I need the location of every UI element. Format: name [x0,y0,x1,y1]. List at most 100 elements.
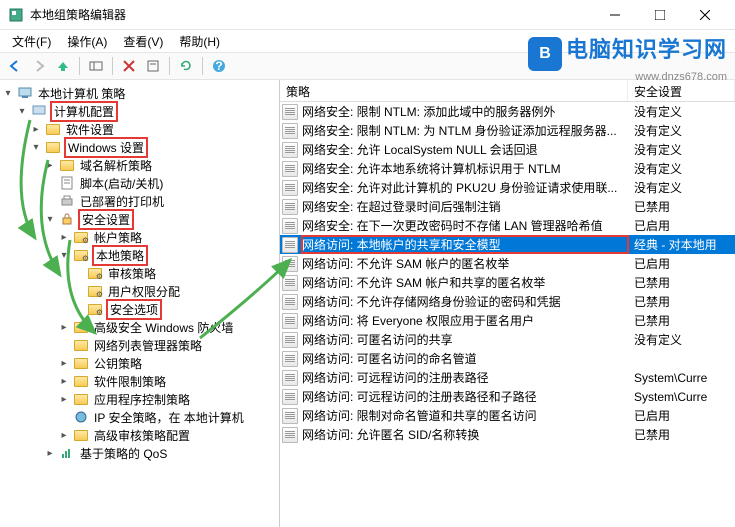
menu-view[interactable]: 查看(V) [115,31,171,52]
menu-action[interactable]: 操作(A) [59,31,115,52]
help-button[interactable]: ? [208,55,230,77]
tree-advaudit[interactable]: 高级审核策略配置 [92,427,192,444]
security-icon [59,211,75,227]
policy-value: 已禁用 [628,293,670,310]
policy-name: 网络访问: 不允许存储网络身份验证的密码和凭据 [302,293,628,310]
tree-root[interactable]: 本地计算机 策略 [36,85,127,102]
tree-security-options[interactable]: 安全选项 [106,299,162,320]
policy-name: 网络安全: 允许本地系统将计算机标识用于 NTLM [302,160,628,177]
folder-icon [87,265,103,281]
policy-name: 网络访问: 可匿名访问的命名管道 [302,350,628,367]
policy-value: 经典 - 对本地用 [628,236,717,253]
close-button[interactable] [682,0,727,30]
caret-icon[interactable]: ▾ [58,249,70,261]
up-button[interactable] [52,55,74,77]
policy-name: 网络访问: 不允许 SAM 帐户的匿名枚举 [302,255,628,272]
qos-icon [59,445,75,461]
list-row[interactable]: 网络访问: 不允许 SAM 帐户和共享的匿名枚举已禁用 [280,273,735,292]
list-row[interactable]: 网络访问: 允许匿名 SID/名称转换已禁用 [280,425,735,444]
list-row[interactable]: 网络访问: 本地帐户的共享和安全模型经典 - 对本地用 [280,235,735,254]
policy-name: 网络访问: 可远程访问的注册表路径和子路径 [302,388,628,405]
col-policy[interactable]: 策略 [280,80,628,101]
tree-printers[interactable]: 已部署的打印机 [78,193,166,210]
policy-name: 网络安全: 限制 NTLM: 为 NTLM 身份验证添加远程服务器... [302,122,628,139]
caret-icon[interactable]: ▸ [58,357,70,369]
list-row[interactable]: 网络安全: 限制 NTLM: 为 NTLM 身份验证添加远程服务器...没有定义 [280,121,735,140]
caret-icon[interactable]: ▸ [44,159,56,171]
caret-icon[interactable]: ▾ [16,105,28,117]
tree-computer-config[interactable]: 计算机配置 [50,101,118,122]
policy-icon [282,408,298,424]
caret-icon[interactable]: ▸ [30,123,42,135]
toolbar-divider [202,57,203,75]
list-row[interactable]: 网络访问: 将 Everyone 权限应用于匿名用户已禁用 [280,311,735,330]
tree-windows-settings[interactable]: Windows 设置 [64,137,148,158]
tree-software[interactable]: 软件设置 [64,121,116,138]
minimize-button[interactable] [592,0,637,30]
policy-name: 网络安全: 在超过登录时间后强制注销 [302,198,628,215]
list-row[interactable]: 网络访问: 可匿名访问的共享没有定义 [280,330,735,349]
policy-name: 网络安全: 限制 NTLM: 添加此域中的服务器例外 [302,103,628,120]
tree-netlist[interactable]: 网络列表管理器策略 [92,337,204,354]
tree-swrestrict[interactable]: 软件限制策略 [92,373,168,390]
tree-local-policy[interactable]: 本地策略 [92,245,148,266]
folder-icon [59,157,75,173]
caret-icon[interactable]: ▸ [58,393,70,405]
tree-ipsec[interactable]: IP 安全策略，在 本地计算机 [92,409,246,426]
tree-pubkey[interactable]: 公钥策略 [92,355,144,372]
policy-icon [282,104,298,120]
list-row[interactable]: 网络安全: 在下一次更改密码时不存储 LAN 管理器哈希值已启用 [280,216,735,235]
tree-qos[interactable]: 基于策略的 QoS [78,445,169,462]
list-row[interactable]: 网络安全: 限制 NTLM: 添加此域中的服务器例外没有定义 [280,102,735,121]
policy-icon [282,313,298,329]
policy-value: 已禁用 [628,274,670,291]
tree-security-settings[interactable]: 安全设置 [78,209,134,230]
folder-icon [73,355,89,371]
tree-account-policy[interactable]: 帐户策略 [92,229,144,246]
policy-name: 网络访问: 限制对命名管道和共享的匿名访问 [302,407,628,424]
list-row[interactable]: 网络安全: 在超过登录时间后强制注销已禁用 [280,197,735,216]
list-row[interactable]: 网络访问: 不允许 SAM 帐户的匿名枚举已启用 [280,254,735,273]
list-row[interactable]: 网络访问: 可远程访问的注册表路径System\Curre [280,368,735,387]
list-pane: 策略 安全设置 网络安全: 限制 NTLM: 添加此域中的服务器例外没有定义网络… [280,80,735,527]
list-row[interactable]: 网络访问: 可远程访问的注册表路径和子路径System\Curre [280,387,735,406]
show-hide-button[interactable] [85,55,107,77]
caret-icon[interactable]: ▾ [44,213,56,225]
list-row[interactable]: 网络安全: 允许对此计算机的 PKU2U 身份验证请求使用联...没有定义 [280,178,735,197]
tree-pane[interactable]: ▾ 本地计算机 策略 ▾ 计算机配置 ▸ 软件设置 ▾ Windows 设置 ▸ 域名解析… [0,80,280,527]
delete-button[interactable] [118,55,140,77]
caret-icon[interactable]: ▸ [58,321,70,333]
tree-scripts[interactable]: 脚本(启动/关机) [78,175,165,192]
list-row[interactable]: 网络安全: 允许本地系统将计算机标识用于 NTLM没有定义 [280,159,735,178]
menu-help[interactable]: 帮助(H) [171,31,228,52]
caret-icon[interactable]: ▾ [30,141,42,153]
tree-firewall[interactable]: 高级安全 Windows 防火墙 [92,319,235,336]
tree-audit[interactable]: 审核策略 [106,265,158,282]
caret-icon[interactable]: ▸ [58,231,70,243]
forward-button[interactable] [28,55,50,77]
policy-icon [282,142,298,158]
caret-icon[interactable]: ▸ [58,375,70,387]
toolbar-divider [79,57,80,75]
folder-icon [73,229,89,245]
caret-icon[interactable]: ▸ [44,447,56,459]
menu-file[interactable]: 文件(F) [4,31,59,52]
list-row[interactable]: 网络安全: 允许 LocalSystem NULL 会话回退没有定义 [280,140,735,159]
refresh-button[interactable] [175,55,197,77]
list-row[interactable]: 网络访问: 可匿名访问的命名管道 [280,349,735,368]
computer-icon [31,103,47,119]
col-setting[interactable]: 安全设置 [628,80,735,101]
policy-icon [282,161,298,177]
list-row[interactable]: 网络访问: 限制对命名管道和共享的匿名访问已启用 [280,406,735,425]
tree-user-rights[interactable]: 用户权限分配 [106,283,182,300]
list-body[interactable]: 网络安全: 限制 NTLM: 添加此域中的服务器例外没有定义网络安全: 限制 N… [280,102,735,527]
tree-dns[interactable]: 域名解析策略 [78,157,154,174]
tree-appcontrol[interactable]: 应用程序控制策略 [92,391,192,408]
back-button[interactable] [4,55,26,77]
caret-icon[interactable]: ▾ [2,87,14,99]
caret-icon[interactable]: ▸ [58,429,70,441]
maximize-button[interactable] [637,0,682,30]
list-row[interactable]: 网络访问: 不允许存储网络身份验证的密码和凭据已禁用 [280,292,735,311]
export-button[interactable] [142,55,164,77]
policy-icon [282,389,298,405]
